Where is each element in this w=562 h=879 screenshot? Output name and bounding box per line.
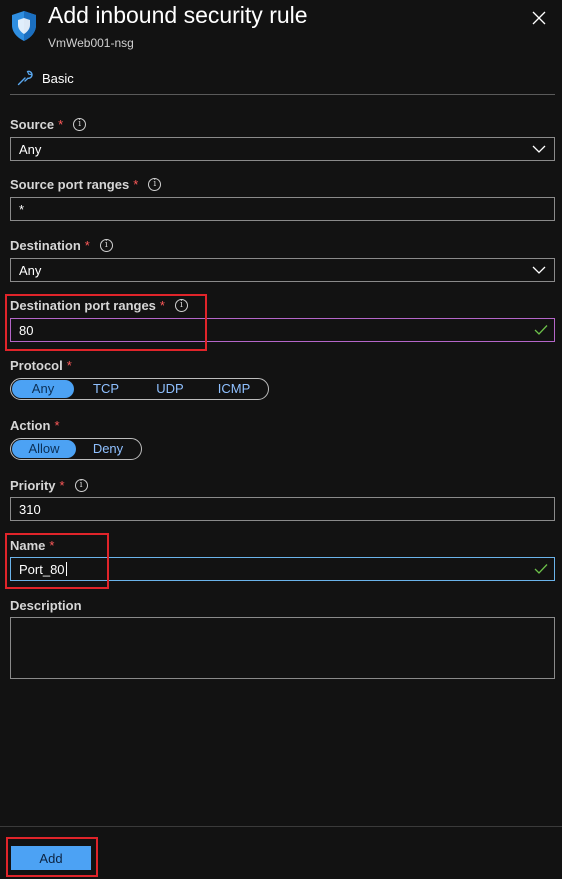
required-marker: * xyxy=(58,117,64,132)
required-marker: * xyxy=(54,418,60,433)
destination-select[interactable]: Any xyxy=(10,258,555,282)
description-label-text: Description xyxy=(10,598,82,613)
source-port-ranges-label-text: Source port ranges xyxy=(10,177,130,192)
action-label-text: Action xyxy=(10,418,51,433)
required-marker: * xyxy=(66,358,72,373)
chevron-down-icon xyxy=(532,266,546,274)
required-marker: * xyxy=(49,538,55,553)
shield-icon xyxy=(12,11,36,41)
add-button[interactable]: Add xyxy=(11,846,91,870)
action-option-allow[interactable]: Allow xyxy=(12,440,76,458)
protocol-option-any[interactable]: Any xyxy=(12,380,74,398)
footer-divider xyxy=(0,826,562,827)
action-option-deny[interactable]: Deny xyxy=(76,440,140,458)
destination-label: Destination * i xyxy=(10,238,113,253)
protocol-label-text: Protocol xyxy=(10,358,63,373)
destination-port-ranges-label: Destination port ranges * i xyxy=(10,298,188,313)
page-subtitle: VmWeb001-nsg xyxy=(48,36,134,50)
name-label-text: Name xyxy=(10,538,46,553)
chevron-down-icon xyxy=(532,145,546,153)
required-marker: * xyxy=(159,298,165,313)
source-port-ranges-input[interactable]: * xyxy=(10,197,555,221)
protocol-label: Protocol * xyxy=(10,358,72,373)
priority-label-text: Priority xyxy=(10,478,56,493)
checkmark-icon xyxy=(534,564,548,574)
name-value: Port_80 xyxy=(19,562,65,577)
tab-basic-label: Basic xyxy=(42,70,74,86)
protocol-option-icmp[interactable]: ICMP xyxy=(202,380,266,398)
priority-label: Priority * i xyxy=(10,478,88,493)
source-value: Any xyxy=(19,142,42,157)
info-icon[interactable]: i xyxy=(174,299,188,312)
priority-value: 310 xyxy=(19,502,41,517)
page-title: Add inbound security rule xyxy=(48,2,308,28)
protocol-option-udp[interactable]: UDP xyxy=(138,380,202,398)
tab-basic[interactable]: Basic xyxy=(16,68,74,88)
info-icon[interactable]: i xyxy=(99,239,113,252)
source-port-ranges-value: * xyxy=(19,202,25,217)
name-input[interactable]: Port_80 xyxy=(10,557,555,581)
destination-port-ranges-input[interactable]: 80 xyxy=(10,318,555,342)
destination-value: Any xyxy=(19,263,42,278)
priority-input[interactable]: 310 xyxy=(10,497,555,521)
description-textarea[interactable] xyxy=(10,617,555,679)
info-icon[interactable]: i xyxy=(148,178,162,191)
action-label: Action * xyxy=(10,418,60,433)
description-label: Description xyxy=(10,598,82,613)
close-icon[interactable] xyxy=(531,10,547,26)
source-select[interactable]: Any xyxy=(10,137,555,161)
source-label: Source * i xyxy=(10,117,87,132)
checkmark-icon xyxy=(534,325,548,335)
required-marker: * xyxy=(133,177,139,192)
destination-port-ranges-label-text: Destination port ranges xyxy=(10,298,156,313)
required-marker: * xyxy=(59,478,65,493)
destination-label-text: Destination xyxy=(10,238,81,253)
source-port-ranges-label: Source port ranges * i xyxy=(10,177,162,192)
protocol-option-tcp[interactable]: TCP xyxy=(74,380,138,398)
required-marker: * xyxy=(84,238,90,253)
info-icon[interactable]: i xyxy=(74,479,88,492)
source-label-text: Source xyxy=(10,117,55,132)
protocol-toggle: Any TCP UDP ICMP xyxy=(10,378,269,400)
name-input-text: Port_80 xyxy=(19,562,67,577)
text-caret xyxy=(65,562,67,576)
action-toggle: Allow Deny xyxy=(10,438,142,460)
name-label: Name * xyxy=(10,538,54,553)
destination-port-ranges-value: 80 xyxy=(19,323,34,338)
wrench-icon xyxy=(17,70,33,86)
panel-header: Add inbound security rule VmWeb001-nsg xyxy=(0,0,562,60)
tab-divider xyxy=(10,94,555,95)
info-icon[interactable]: i xyxy=(73,118,87,131)
